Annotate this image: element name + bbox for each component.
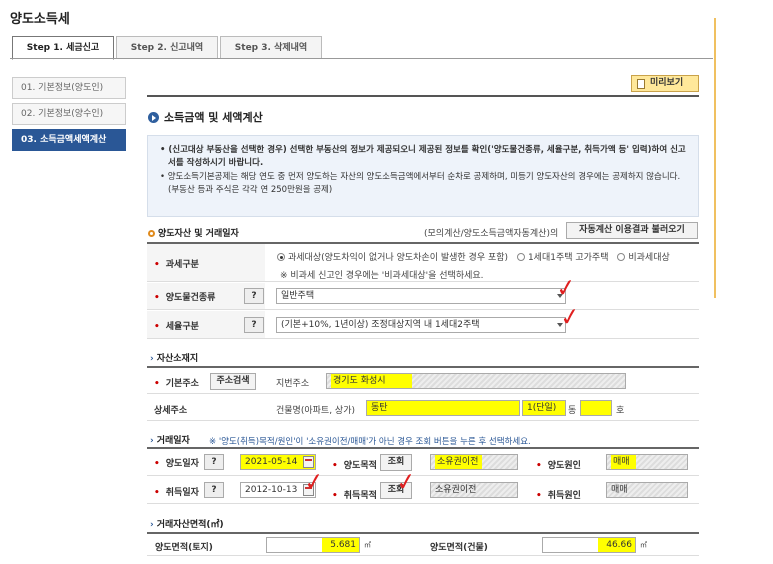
- complex-input[interactable]: 1(단일): [522, 400, 566, 416]
- transaction-section-title: › 거래일자: [150, 436, 190, 446]
- tab-step1[interactable]: Step 1. 세금신고: [12, 36, 114, 60]
- tax-rate-help-button[interactable]: ?: [244, 317, 264, 333]
- transaction-note: ※ '양도(취득)목적/원인'이 '소유권이전/매매'가 아닌 경우 조회 버튼…: [209, 437, 531, 447]
- property-type-help-button[interactable]: ?: [244, 288, 264, 304]
- ho-suffix: 호: [616, 406, 625, 416]
- load-autocalc-button[interactable]: 자동계산 이용결과 불러오기: [566, 222, 698, 239]
- acquire-purpose-label: • 취득목적: [332, 491, 377, 501]
- building-area-unit: ㎡: [640, 541, 647, 549]
- tax-category-note: ※ 비과세 신고인 경우에는 '비과세대상'을 선택하세요.: [280, 271, 484, 281]
- tax-category-options: 과세대상(양도차익이 없거나 양도차손이 발생한 경우 포함) 1세대1주택 고…: [277, 250, 670, 263]
- tax-rate-select[interactable]: (기본+10%, 1년이상) 조정대상지역 내 1세대2주택: [276, 317, 566, 333]
- land-area-input[interactable]: 5.681: [266, 537, 360, 553]
- tabs-divider: [10, 58, 713, 59]
- radio-taxable[interactable]: 과세대상(양도차익이 없거나 양도차손이 발생한 경우 포함): [277, 253, 508, 263]
- acquire-cause-field: 매매: [606, 482, 688, 498]
- transfer-purpose-field: 소유권이전: [430, 454, 518, 470]
- section-title: 소득금액 및 세액계산: [148, 109, 263, 125]
- calendar-icon[interactable]: [303, 456, 314, 468]
- land-area-label: 양도면적(토지): [155, 543, 213, 553]
- sidebar-item-tax-calc[interactable]: 03. 소득금액세액계산: [12, 129, 126, 151]
- radio-one-house-luxury[interactable]: 1세대1주택 고가주택: [516, 253, 609, 263]
- detail-address-label: 상세주소: [154, 406, 188, 416]
- transfer-date-label: • 양도일자: [154, 459, 199, 469]
- notice-line-1: • (신고대상 부동산을 선택한 경우) 선택한 부동산의 정보가 제공되오니 …: [160, 145, 686, 168]
- acquire-purpose-field: 소유권이전: [430, 482, 518, 498]
- bullet-icon: [148, 230, 155, 237]
- location-section-title: › 자산소재지: [150, 354, 199, 364]
- transfer-date-input[interactable]: 2021-05-14: [240, 454, 316, 470]
- acquire-date-label: • 취득일자: [154, 488, 199, 498]
- transfer-purpose-label: • 양도목적: [332, 461, 377, 471]
- tax-rate-label: • 세율구분: [154, 322, 199, 332]
- transfer-cause-label: • 양도원인: [536, 461, 581, 471]
- checkmark-annotation: ✓: [394, 466, 418, 498]
- area-section-title: › 거래자산면적(㎡): [150, 520, 224, 530]
- building-area-input[interactable]: 46.66: [542, 537, 636, 553]
- checkmark-annotation: ✓: [302, 466, 326, 498]
- lot-address-field[interactable]: 경기도 화성시: [326, 373, 626, 389]
- asset-section-title: 양도자산 및 거래일자: [148, 226, 239, 239]
- notice-box: • (신고대상 부동산을 선택한 경우) 선택한 부동산의 정보가 제공되오니 …: [147, 135, 699, 217]
- acquire-cause-label: • 취득원인: [536, 491, 581, 501]
- basic-address-label: • 기본주소: [154, 379, 199, 389]
- arrow-circle-icon: [148, 112, 159, 123]
- page-title: 양도소득세: [10, 12, 70, 27]
- acquire-date-help-button[interactable]: ?: [204, 482, 224, 498]
- scroll-accent-bar: [714, 18, 716, 298]
- transfer-cause-field: 매매: [606, 454, 688, 470]
- building-name-label: 건물명(아파트, 상가): [276, 406, 355, 416]
- tab-step2[interactable]: Step 2. 신고내역: [116, 36, 218, 59]
- document-icon: [637, 79, 645, 89]
- sidebar-item-transferor[interactable]: 01. 기본정보(양도인): [12, 77, 126, 99]
- property-type-label: • 양도물건종류: [154, 293, 216, 303]
- sidebar-item-transferee[interactable]: 02. 기본정보(양수인): [12, 103, 126, 125]
- land-area-unit: ㎡: [364, 541, 371, 549]
- checkmark-annotation: ✓: [554, 272, 578, 304]
- address-search-button[interactable]: 주소검색: [210, 373, 256, 390]
- building-area-label: 양도면적(건물): [430, 543, 488, 553]
- preview-button[interactable]: 미리보기: [631, 75, 699, 92]
- notice-line-2: • 양도소득기본공제는 해당 연도 중 먼저 양도하는 자산의 양도소득금액에서…: [160, 172, 681, 195]
- property-type-select[interactable]: 일반주택: [276, 288, 566, 304]
- lot-address-label: 지번주소: [276, 379, 310, 389]
- dong-suffix: 동: [568, 406, 577, 416]
- building-name-input[interactable]: 동탄: [366, 400, 520, 416]
- transfer-date-help-button[interactable]: ?: [204, 454, 224, 470]
- mock-calc-text: (모의계산/양도소득금액자동계산)의: [424, 229, 559, 239]
- tab-step3[interactable]: Step 3. 삭제내역: [220, 36, 322, 59]
- header-divider: [147, 95, 699, 97]
- checkmark-annotation: ✓: [558, 301, 582, 333]
- tax-category-label: • 과세구분: [154, 260, 199, 270]
- ho-input[interactable]: [580, 400, 612, 416]
- radio-nontaxable[interactable]: 비과세대상: [617, 253, 670, 263]
